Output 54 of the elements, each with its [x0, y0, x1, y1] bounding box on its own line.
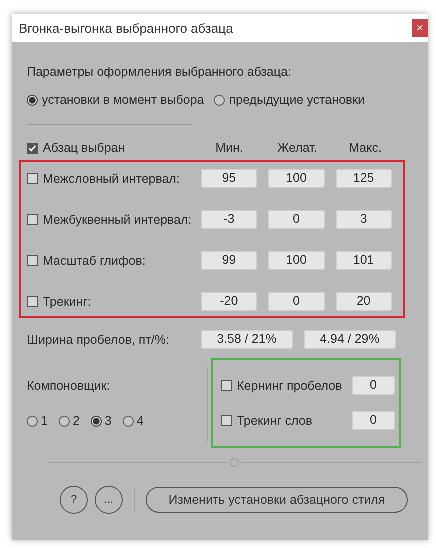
value-field: 4.94 / 29% [304, 330, 396, 349]
input-field[interactable]: -20 [201, 292, 258, 311]
input-field[interactable]: 99 [201, 251, 258, 270]
checkbox[interactable] [27, 255, 38, 266]
column-header: Макс. [349, 141, 382, 155]
input-field[interactable]: 0 [352, 376, 395, 395]
checkbox-label: Трекинг слов [237, 414, 314, 428]
radio-button[interactable] [122, 416, 134, 426]
input-field[interactable]: 125 [336, 169, 392, 188]
radio-label: установки в момент выбора [42, 93, 204, 107]
checkbox[interactable] [27, 214, 38, 225]
field-label: Ширина пробелов, пт/%: [27, 332, 170, 346]
input-field[interactable]: 100 [268, 169, 325, 188]
column-header: Желат. [278, 141, 318, 155]
value-field: 3.58 / 21% [201, 330, 293, 349]
input-field[interactable]: 100 [268, 251, 325, 270]
checkbox[interactable] [27, 142, 38, 154]
checkbox-label: Абзац выбран [43, 141, 126, 155]
radio-button[interactable] [58, 416, 70, 426]
input-field[interactable]: 20 [336, 292, 392, 311]
window-title: Вгонка-выгонка выбранного абзаца [19, 20, 234, 36]
radio-label: 3 [104, 414, 112, 428]
radio-button[interactable] [27, 94, 38, 106]
input-field[interactable]: 0 [268, 210, 325, 229]
checkbox[interactable] [221, 380, 232, 391]
help-button[interactable]: ? [60, 486, 88, 514]
radio-label: 2 [72, 414, 80, 428]
section-label: Компоновщик: [27, 379, 112, 393]
radio-button[interactable] [27, 416, 38, 426]
checkbox[interactable] [27, 173, 38, 184]
input-field[interactable]: 95 [201, 169, 258, 188]
checkbox-label: Масштаб глифов: [43, 254, 146, 268]
checkbox-label: Трекинг: [43, 294, 92, 308]
checkbox-label: Кернинг пробелов [237, 378, 344, 392]
apply-button[interactable]: Изменить установки абзацного стиля [146, 487, 408, 513]
close-button[interactable]: × [412, 19, 428, 37]
more-button[interactable]: ... [95, 486, 123, 514]
column-header: Мин. [216, 141, 244, 155]
input-field[interactable]: 0 [352, 411, 395, 430]
checkbox[interactable] [27, 296, 38, 307]
checkbox-label: Межсловный интервал: [43, 172, 180, 186]
radio-label: предыдущие установки [229, 93, 366, 107]
checkbox[interactable] [221, 415, 232, 426]
input-field[interactable]: 0 [268, 292, 325, 311]
radio-label: 1 [41, 414, 48, 428]
radio-button[interactable] [90, 416, 102, 426]
splitter-handle[interactable] [230, 458, 239, 467]
input-field[interactable]: 3 [336, 210, 392, 229]
radio-button[interactable] [214, 94, 226, 106]
radio-label: 4 [136, 414, 144, 428]
checkbox-label: Межбуквенный интервал: [43, 212, 192, 226]
input-field[interactable]: -3 [201, 210, 258, 229]
section-label: Параметры оформления выбранного абзаца: [27, 65, 292, 79]
input-field[interactable]: 101 [336, 251, 392, 270]
